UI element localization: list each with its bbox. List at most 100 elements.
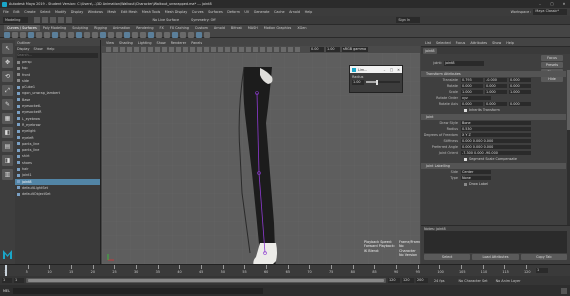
shelf-tool-icon[interactable]	[204, 31, 210, 38]
viewport-tool-icon[interactable]	[113, 47, 118, 52]
radius-field[interactable]: 1.00	[352, 80, 364, 85]
viewport-tool-icon[interactable]	[120, 47, 125, 52]
shelf-tab-mash[interactable]: MASH	[245, 25, 261, 31]
viewport-menu-show[interactable]: Show	[157, 41, 166, 45]
shelf-tool-icon[interactable]	[196, 31, 202, 38]
shelf-tab-bifrost[interactable]: Bifrost	[228, 25, 245, 31]
viewport-tool-icon[interactable]	[204, 47, 209, 52]
shelf-tab-sculpting[interactable]: Sculpting	[69, 25, 91, 31]
attr-value-field[interactable]: X Y Z	[461, 132, 531, 138]
shelf-tab-curves-surfaces[interactable]: Curves / Surfaces	[4, 25, 40, 31]
shelf-tool-icon[interactable]	[44, 31, 50, 38]
shelf-tool-icon[interactable]	[92, 31, 98, 38]
menu-create[interactable]: Create	[24, 10, 35, 14]
attr-value-field[interactable]: 0.000 0.000 0.000	[461, 138, 531, 144]
range-end-field[interactable]: 120	[402, 278, 414, 283]
ae-menu-list[interactable]: List	[425, 41, 431, 45]
shelf-tab-arnold[interactable]: Arnold	[211, 25, 228, 31]
viewport-tool-icon[interactable]	[225, 47, 230, 52]
attr-value-field[interactable]: 1.000	[485, 89, 507, 95]
menu-arnold[interactable]: Arnold	[289, 10, 300, 14]
shelf-tool-icon[interactable]	[180, 31, 186, 38]
viewport-tool-icon[interactable]	[267, 47, 272, 52]
menu-generate[interactable]: Generate	[254, 10, 270, 14]
shelf-tool-icon[interactable]	[172, 31, 178, 38]
shelf-tool-icon[interactable]	[12, 31, 18, 38]
floating-window-minimize[interactable]: –	[381, 68, 388, 72]
viewport-menu-renderer[interactable]: Renderer	[171, 41, 186, 45]
attr-value-field[interactable]: -7.300 0.000 -90.000	[461, 150, 531, 156]
toolbox-tool-icon[interactable]: ✎	[2, 99, 13, 110]
attr-value-field[interactable]: 0.000	[509, 77, 531, 83]
viewport-tool-icon[interactable]	[155, 47, 160, 52]
menu-surfaces[interactable]: Surfaces	[208, 10, 223, 14]
script-editor-icon[interactable]	[561, 287, 567, 294]
attr-value-field[interactable]: 0.000	[509, 101, 531, 107]
shelf-tool-icon[interactable]	[36, 31, 42, 38]
menu-select[interactable]: Select	[40, 10, 50, 14]
attr-value-field[interactable]: 1.000	[509, 89, 531, 95]
ae-bottom-copy-tab-button[interactable]: Copy Tab	[520, 254, 567, 260]
timeline-playhead[interactable]	[5, 265, 7, 276]
viewport-tool-icon[interactable]	[169, 47, 174, 52]
node-name-field[interactable]: joint8	[444, 61, 484, 66]
floating-window-close[interactable]: ✕	[395, 68, 402, 72]
menu-help[interactable]: Help	[305, 10, 313, 14]
ae-scroll-area[interactable]: Transform Attributes Translate 0.793 -0.00…	[421, 70, 570, 225]
toolbox-tool-icon[interactable]: ⤢	[2, 85, 13, 96]
toolbox-tool-icon[interactable]: ▤	[2, 141, 13, 152]
shelf-tab-poly-modeling[interactable]: Poly Modeling	[40, 25, 69, 31]
attr-value-select[interactable]: Center	[461, 169, 491, 175]
attr-value-field[interactable]: 0.000	[485, 83, 507, 89]
range-start-field[interactable]: 1	[2, 278, 12, 283]
floating-window[interactable]: Lim... – □ ✕ Radius 1.00	[349, 65, 403, 93]
viewport-tool-icon[interactable]	[246, 47, 251, 52]
menu-edit-mesh[interactable]: Edit Mesh	[121, 10, 138, 14]
shelf-tool-icon[interactable]	[148, 31, 154, 38]
menu-file[interactable]: File	[3, 10, 9, 14]
ae-focus-button[interactable]: Focus	[541, 55, 563, 61]
ae-node-tab[interactable]: joint8	[423, 47, 437, 54]
minimize-button[interactable]: –	[534, 2, 546, 6]
viewport-tool-icon[interactable]	[106, 47, 111, 52]
viewport-tool-icon[interactable]	[141, 47, 146, 52]
ae-menu-attributes[interactable]: Attributes	[470, 41, 487, 45]
undo-icon[interactable]	[58, 17, 65, 23]
attr-value-field[interactable]: Bone	[461, 120, 531, 126]
ae-bottom-select-button[interactable]: Select	[424, 254, 471, 260]
command-lang[interactable]: MEL	[0, 289, 13, 293]
viewport-tool-icon[interactable]	[218, 47, 223, 52]
viewport-tool-icon[interactable]	[232, 47, 237, 52]
inherits-transform-checkbox[interactable]	[464, 108, 467, 112]
shelf-tool-icon[interactable]	[100, 31, 106, 38]
command-input[interactable]	[12, 287, 263, 294]
range-end2-field[interactable]: 200	[416, 278, 428, 283]
radius-slider[interactable]	[366, 79, 400, 85]
maximize-button[interactable]: □	[546, 2, 558, 6]
viewport-menu-lighting[interactable]: Lighting	[138, 41, 152, 45]
shelf-tool-icon[interactable]	[156, 31, 162, 38]
ae-menu-show[interactable]: Show	[492, 41, 501, 45]
shelf-tool-icon[interactable]	[20, 31, 26, 38]
attr-value-select[interactable]: None	[461, 175, 491, 181]
toolbox-tool-icon[interactable]: ✥	[2, 57, 13, 68]
colorspace-select[interactable]: sRGB gamma	[342, 47, 368, 52]
shelf-tool-icon[interactable]	[188, 31, 194, 38]
segment-scale-checkbox[interactable]	[464, 157, 467, 161]
sign-in-button[interactable]: Sign In	[396, 17, 420, 23]
viewport-tool-icon[interactable]	[127, 47, 132, 52]
shelf-tool-icon[interactable]	[60, 31, 66, 38]
ae-menu-focus[interactable]: Focus	[456, 41, 466, 45]
viewport-tool-icon[interactable]	[260, 47, 265, 52]
attr-value-field[interactable]: xyz	[461, 95, 491, 101]
shelf-tab-motion-graphics[interactable]: Motion Graphics	[261, 25, 295, 31]
range-bar-handle[interactable]	[28, 279, 384, 282]
range-inner-start-field[interactable]: 1	[14, 278, 24, 283]
viewport-menu-panels[interactable]: Panels	[191, 41, 202, 45]
viewport-tool-icon[interactable]	[211, 47, 216, 52]
ae-menu-selected[interactable]: Selected	[436, 41, 451, 45]
live-surface-label[interactable]: No Live Surface	[152, 18, 179, 22]
shelf-tab-rendering[interactable]: Rendering	[133, 25, 156, 31]
attr-value-field[interactable]: 0.000	[461, 101, 483, 107]
character-set-select[interactable]: No Character Set	[459, 279, 488, 283]
